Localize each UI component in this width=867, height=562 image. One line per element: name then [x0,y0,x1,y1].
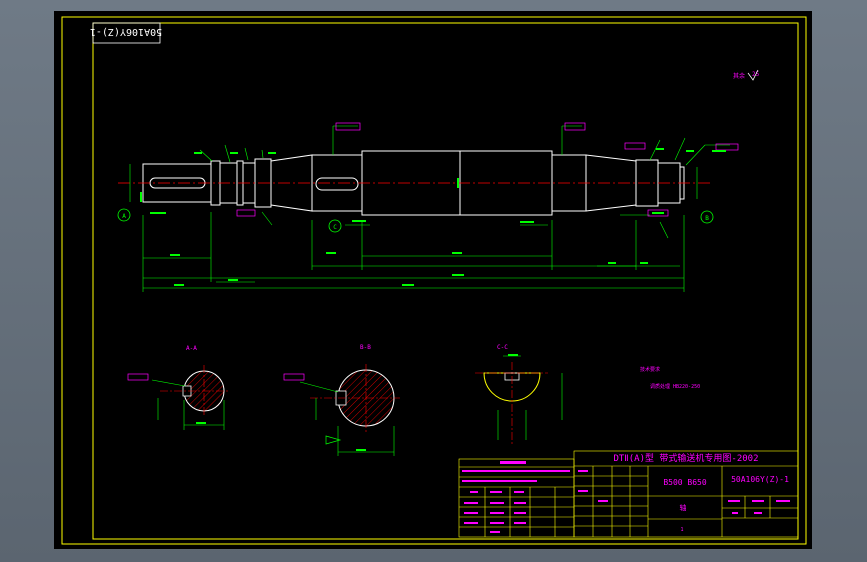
tech-req-title: 技术要求 [640,366,660,373]
tech-req-line: 调质处理 HB220-250 [650,383,700,390]
title-part-name: 轴 [680,503,687,512]
cad-viewport[interactable]: 50A106Y(Z)-1 其余 25 A B C A-A B-B C-C 技术要… [0,0,867,562]
datum-a-label: A [122,213,126,220]
section-c-label: C-C [497,344,508,351]
model-space [54,11,812,549]
title-sheet: 1 [680,527,683,533]
section-b-label: B-B [360,344,371,351]
drawing-canvas: 50A106Y(Z)-1 其余 25 A B C A-A B-B C-C 技术要… [54,11,812,549]
roughness-note: 其余 [733,72,745,80]
section-a-label: A-A [186,345,197,352]
title-drawing-no: 50A106Y(Z)-1 [731,475,789,484]
datum-c-label: C [333,224,337,231]
title-series: B500 B650 [663,478,707,487]
stamp-code: 50A106Y(Z)-1 [90,26,162,37]
datum-b-label: B [705,215,709,222]
title-header: DTⅡ(A)型 带式输送机专用图-2002 [613,452,758,464]
